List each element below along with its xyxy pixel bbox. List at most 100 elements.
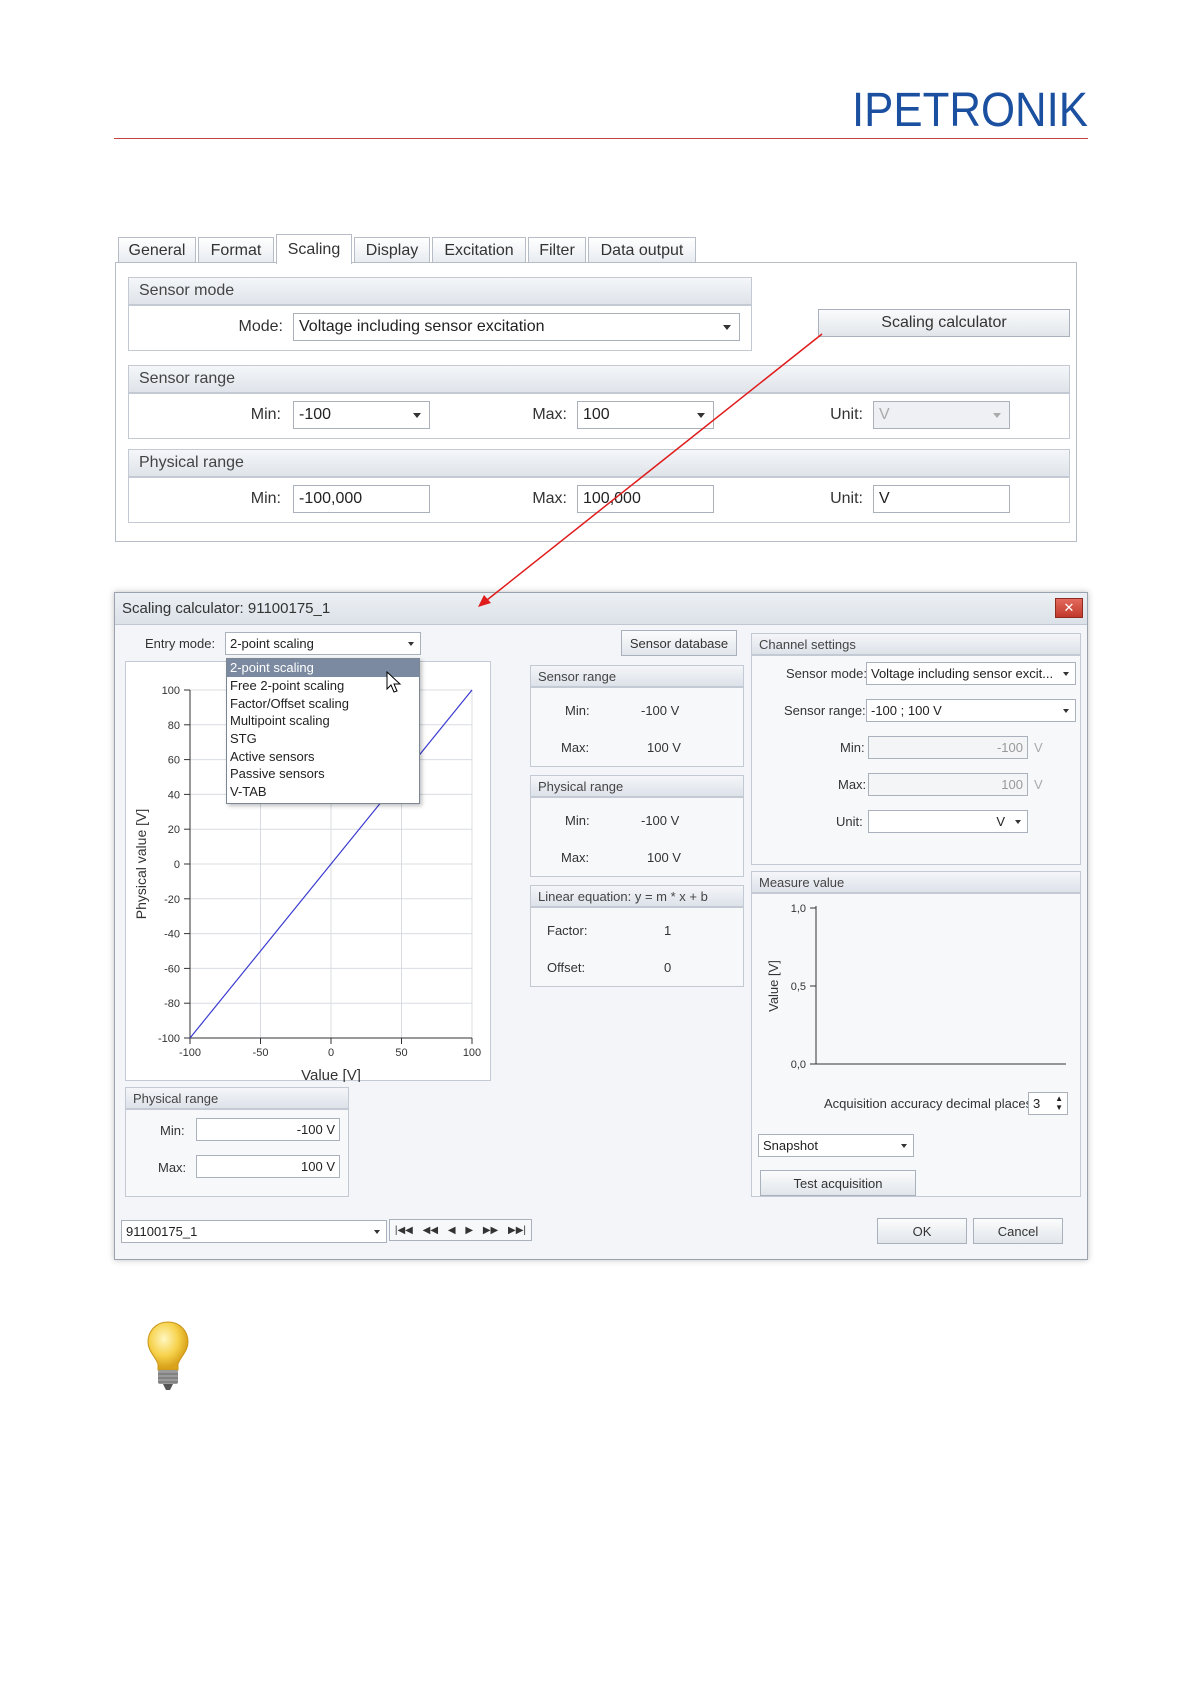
bottom-min-label: Min: <box>160 1123 185 1138</box>
chevron-down-icon <box>1015 820 1021 824</box>
channel-settings-group: Sensor mode: Voltage including sensor ex… <box>751 655 1081 865</box>
close-icon[interactable]: ✕ <box>1055 598 1083 618</box>
physical-range-bottom-group: Min: -100 V Max: 100 V <box>125 1109 349 1197</box>
cs-sensor-mode-value: Voltage including sensor excit... <box>871 666 1054 681</box>
y-tick-label: 80 <box>168 720 180 732</box>
tab-data-output[interactable]: Data output <box>588 237 696 263</box>
chevron-down-icon <box>723 325 731 330</box>
snapshot-select[interactable]: Snapshot <box>758 1134 914 1157</box>
measure-value-header: Measure value <box>751 871 1081 893</box>
cancel-button[interactable]: Cancel <box>973 1218 1063 1244</box>
physical-range-mid-group: Min: -100 V Max: 100 V <box>530 797 744 877</box>
mid-physical-min-label: Min: <box>565 813 590 828</box>
mouse-cursor-icon <box>386 671 402 693</box>
sensor-max-select[interactable]: 100 <box>577 401 714 429</box>
mid-sensor-min-value: -100 V <box>641 703 680 718</box>
accuracy-value: 3 <box>1033 1096 1041 1111</box>
entry-mode-option[interactable]: Factor/Offset scaling <box>227 694 419 712</box>
sensor-range-mid-header: Sensor range <box>530 665 744 687</box>
tab-filter[interactable]: Filter <box>528 237 586 263</box>
chart-xlabel: Value [V] <box>301 1067 361 1082</box>
cs-unit-select[interactable]: V <box>868 810 1028 833</box>
chevron-down-icon <box>408 642 414 646</box>
bottom-max-label: Max: <box>158 1160 187 1175</box>
bottom-max-input[interactable]: 100 V <box>196 1155 340 1178</box>
y-tick-label: -20 <box>164 894 180 906</box>
lightbulb-icon <box>147 1321 189 1390</box>
cs-max-label: Max: <box>838 777 867 792</box>
channel-select-value: 91100175_1 <box>126 1224 198 1239</box>
chevron-down-icon <box>697 413 705 418</box>
cs-sensor-range-value: -100 ; 100 V <box>871 703 942 718</box>
ok-button[interactable]: OK <box>877 1218 967 1244</box>
mid-physical-max-label: Max: <box>561 850 590 865</box>
sensor-database-button[interactable]: Sensor database <box>621 630 737 656</box>
sensor-mode-header: Sensor mode <box>128 277 752 305</box>
offset-label: Offset: <box>547 960 586 975</box>
physical-range-bottom-header: Physical range <box>125 1087 349 1109</box>
measure-ylabel: Value [V] <box>766 960 781 1012</box>
accuracy-label: Acquisition accuracy decimal places: <box>824 1096 1036 1111</box>
sensor-min-label: Min: <box>250 406 281 423</box>
sensor-min-select[interactable]: -100 <box>293 401 430 429</box>
entry-mode-option[interactable]: V-TAB <box>227 783 419 801</box>
linear-equation-header: Linear equation: y = m * x + b <box>530 885 744 907</box>
prev-fast-icon[interactable]: ◀◀ <box>423 1225 438 1236</box>
physical-min-input[interactable]: -100,000 <box>293 485 430 513</box>
spinner-arrows-icon[interactable]: ▲ ▼ <box>1055 1094 1063 1112</box>
physical-max-input[interactable]: 100,000 <box>577 485 714 513</box>
measure-tick-label-bottom: 0,0 <box>791 1059 806 1071</box>
accuracy-spinner[interactable]: 3 ▲ ▼ <box>1028 1092 1068 1115</box>
cs-sensor-mode-select[interactable]: Voltage including sensor excit... <box>866 662 1076 685</box>
next-icon[interactable]: ▶ <box>465 1225 473 1236</box>
entry-mode-option[interactable]: Passive sensors <box>227 765 419 783</box>
factor-label: Factor: <box>547 923 588 938</box>
prev-icon[interactable]: ◀ <box>448 1225 456 1236</box>
cs-sensor-range-select[interactable]: -100 ; 100 V <box>866 699 1076 722</box>
bottom-min-input[interactable]: -100 V <box>196 1118 340 1141</box>
tab-format[interactable]: Format <box>198 237 274 263</box>
next-fast-icon[interactable]: ▶▶ <box>483 1225 498 1236</box>
tab-general[interactable]: General <box>118 237 196 263</box>
mode-select-value: Voltage including sensor excitation <box>299 318 545 335</box>
measure-value-plot: 1,0 0,5 0,0 Value [V] <box>766 903 1066 1071</box>
mid-physical-max-value: 100 V <box>647 850 681 865</box>
sensor-range-header: Sensor range <box>128 365 1070 393</box>
sensor-unit-label: Unit: <box>830 406 863 423</box>
scaling-panel: Sensor mode Mode: Voltage including sens… <box>115 262 1077 542</box>
ipetronik-logo: IPETRONIK <box>852 86 1088 132</box>
offset-value: 0 <box>664 960 672 975</box>
tab-display[interactable]: Display <box>354 237 430 263</box>
chevron-down-icon <box>413 413 421 418</box>
physical-range-group: Min: -100,000 Max: 100,000 Unit: V <box>128 477 1070 523</box>
measure-value-group: 1,0 0,5 0,0 Value [V] Acquisition accura… <box>751 893 1081 1197</box>
channel-select[interactable]: 91100175_1 <box>121 1220 387 1243</box>
test-acquisition-button[interactable]: Test acquisition <box>760 1170 916 1196</box>
last-icon[interactable]: ▶▶| <box>508 1225 526 1236</box>
sensor-max-value: 100 <box>583 406 610 423</box>
sensor-max-label: Max: <box>532 406 567 423</box>
entry-mode-option[interactable]: Multipoint scaling <box>227 712 419 730</box>
cs-min-label: Min: <box>840 740 865 755</box>
entry-mode-option[interactable]: Active sensors <box>227 747 419 765</box>
y-tick-label: 0 <box>174 859 180 871</box>
y-tick-label: 20 <box>168 824 180 836</box>
cs-min-input: -100 <box>868 736 1028 759</box>
entry-mode-option[interactable]: STG <box>227 730 419 748</box>
y-tick-label: 60 <box>168 755 180 767</box>
sensor-unit-value: V <box>879 406 890 423</box>
y-tick-label: -60 <box>164 963 180 975</box>
tab-scaling[interactable]: Scaling <box>276 234 352 264</box>
entry-mode-select[interactable]: 2-point scaling <box>225 632 421 655</box>
scaling-calculator-button[interactable]: Scaling calculator <box>818 309 1070 337</box>
physical-unit-input[interactable]: V <box>873 485 1010 513</box>
first-icon[interactable]: |◀◀ <box>395 1225 413 1236</box>
cs-unit-value: V <box>996 814 1005 829</box>
cs-max-input: 100 <box>868 773 1028 796</box>
y-tick-label: -40 <box>164 929 180 941</box>
sensor-unit-select: V <box>873 401 1010 429</box>
measure-tick-label-mid: 0,5 <box>791 981 806 993</box>
tab-excitation[interactable]: Excitation <box>432 237 526 263</box>
y-tick-label: 40 <box>168 789 180 801</box>
mode-select[interactable]: Voltage including sensor excitation <box>293 313 740 341</box>
